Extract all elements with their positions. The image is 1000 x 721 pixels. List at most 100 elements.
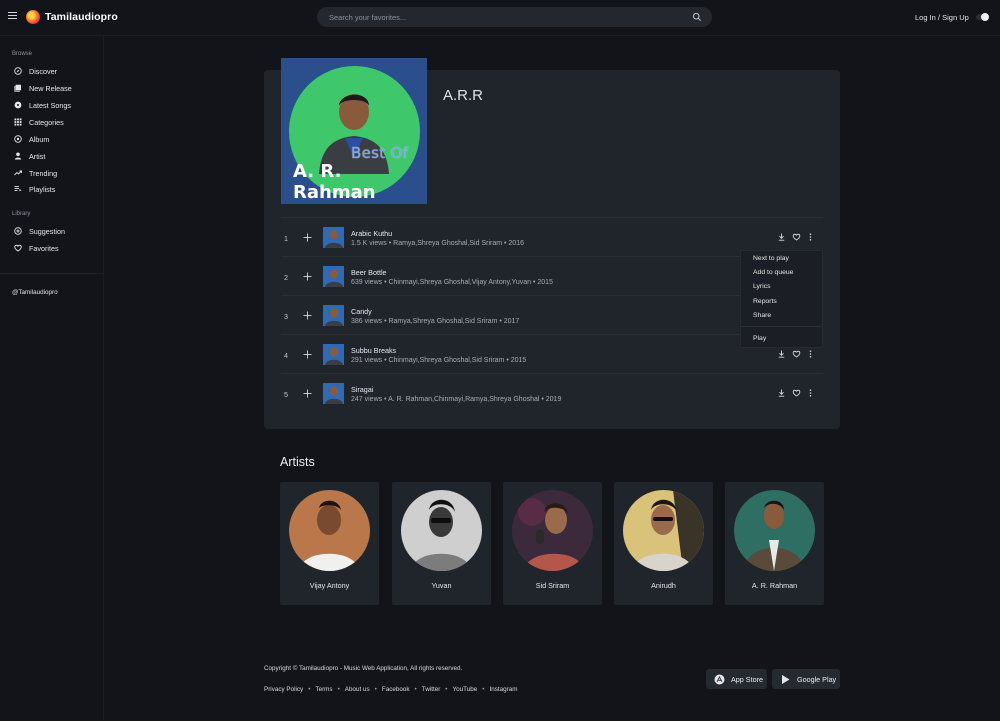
sidebar-item-label: Trending	[29, 168, 58, 178]
sidebar-item-playlists[interactable]: Playlists	[14, 183, 102, 195]
playlist-icon	[14, 186, 22, 192]
track-thumbnail[interactable]	[323, 305, 344, 326]
app-store-button[interactable]: App Store	[706, 669, 767, 689]
download-icon[interactable]	[778, 233, 785, 241]
track-title[interactable]: Subbu Breaks	[351, 346, 396, 355]
top-bar: Tamilaudiopro Log In / Sign Up	[0, 0, 1000, 36]
track-meta: 247 views • A. R. Rahman,Chinmayi,Ramya,…	[351, 396, 562, 403]
artist-avatar[interactable]	[623, 490, 704, 571]
brand-logo[interactable]	[26, 10, 40, 24]
cover-subtitle: Best Of	[351, 144, 409, 162]
menu-divider	[741, 326, 822, 327]
artist-card[interactable]: Yuvan	[392, 482, 491, 605]
separator-dot: •	[308, 686, 311, 693]
heart-icon[interactable]	[792, 350, 801, 358]
artist-card[interactable]: Sid Sriram	[503, 482, 602, 605]
track-title[interactable]: Beer Bottle	[351, 268, 387, 277]
track-title[interactable]: Arabic Kuthu	[351, 229, 392, 238]
google-play-icon	[782, 674, 790, 684]
footer-link-youtube[interactable]: YouTube	[453, 686, 478, 693]
heart-icon[interactable]	[792, 233, 801, 241]
google-play-label: Google Play	[797, 674, 837, 684]
more-options-icon[interactable]	[809, 389, 812, 397]
artist-avatar[interactable]	[401, 490, 482, 571]
track-number: 4	[284, 351, 288, 360]
library-label: Library	[12, 211, 31, 217]
artist-name[interactable]: A. R. Rahman	[725, 581, 824, 590]
sidebar-item-new-release[interactable]: New Release	[14, 82, 102, 94]
download-icon[interactable]	[778, 389, 785, 397]
heart-icon	[14, 244, 22, 252]
theme-toggle[interactable]	[976, 12, 989, 22]
add-icon[interactable]	[303, 311, 312, 320]
menu-item-share[interactable]: Share	[753, 312, 771, 319]
separator-dot: •	[414, 686, 417, 693]
track-thumbnail[interactable]	[323, 383, 344, 404]
download-icon[interactable]	[778, 350, 785, 358]
artist-name[interactable]: Anirudh	[614, 581, 713, 590]
heart-icon[interactable]	[792, 389, 801, 397]
google-play-button[interactable]: Google Play	[772, 669, 840, 689]
artist-name[interactable]: Sid Sriram	[503, 581, 602, 590]
search-bar	[317, 7, 712, 27]
sidebar-item-discover[interactable]: Discover	[14, 65, 102, 77]
menu-item-play[interactable]: Play	[753, 335, 766, 342]
album-icon	[14, 135, 22, 143]
sidebar-item-favorites[interactable]: Favorites	[14, 242, 102, 254]
sidebar-item-latest-songs[interactable]: Latest Songs	[14, 99, 102, 111]
artist-title: A.R.R	[443, 87, 484, 104]
artist-card[interactable]: A. R. Rahman	[725, 482, 824, 605]
more-options-icon[interactable]	[809, 350, 812, 358]
track-actions	[778, 233, 818, 243]
footer-link-terms[interactable]: Terms	[315, 686, 332, 693]
track-thumbnail[interactable]	[323, 344, 344, 365]
sidebar-item-artist[interactable]: Artist	[14, 150, 102, 162]
track-thumbnail[interactable]	[323, 227, 344, 248]
artist-name[interactable]: Vijay Antony	[280, 581, 379, 590]
artist-card[interactable]: Anirudh	[614, 482, 713, 605]
more-options-icon[interactable]	[809, 233, 812, 241]
menu-item-reports[interactable]: Reports	[753, 298, 777, 305]
sidebar-item-album[interactable]: Album	[14, 133, 102, 145]
search-icon[interactable]	[692, 12, 702, 22]
separator-dot: •	[482, 686, 485, 693]
track-title[interactable]: Siragai	[351, 385, 373, 394]
track-meta: 291 views • Chinmayi,Shreya Ghoshal,Sid …	[351, 357, 527, 364]
track-meta: 639 views • Chinmayi,Shreya Ghoshal,Vija…	[351, 279, 553, 286]
footer-link-twitter[interactable]: Twitter	[422, 686, 441, 693]
sidebar-item-trending[interactable]: Trending	[14, 167, 102, 179]
artist-avatar[interactable]	[734, 490, 815, 571]
artist-name[interactable]: Yuvan	[392, 581, 491, 590]
footer-links: Privacy Policy • Terms • About us • Faceboo…	[264, 686, 517, 693]
menu-item-add-to-queue[interactable]: Add to queue	[753, 269, 793, 276]
menu-icon[interactable]	[8, 12, 17, 21]
artist-avatar[interactable]	[289, 490, 370, 571]
menu-item-lyrics[interactable]: Lyrics	[753, 283, 771, 290]
brand-name[interactable]: Tamilaudiopro	[45, 11, 118, 23]
sidebar-item-suggestion[interactable]: Suggestion	[14, 225, 102, 237]
footer-link-facebook[interactable]: Facebook	[382, 686, 410, 693]
compass-icon	[14, 67, 22, 75]
add-icon[interactable]	[303, 272, 312, 281]
add-icon[interactable]	[303, 389, 312, 398]
track-title[interactable]: Candy	[351, 307, 372, 316]
album-cover[interactable]: Best Of A. R. Rahman	[281, 58, 427, 204]
footer-link-about-us[interactable]: About us	[345, 686, 370, 693]
search-input[interactable]	[329, 11, 679, 23]
add-icon[interactable]	[303, 350, 312, 359]
menu-item-next-to-play[interactable]: Next to play	[753, 255, 789, 262]
footer-link-privacy-policy[interactable]: Privacy Policy	[264, 686, 303, 693]
add-icon[interactable]	[303, 233, 312, 242]
social-handle[interactable]: @Tamilaudiopro	[12, 289, 58, 296]
login-signup-link[interactable]: Log In / Sign Up	[915, 13, 969, 22]
sidebar-item-label: Favorites	[29, 243, 59, 253]
artist-card[interactable]: Vijay Antony	[280, 482, 379, 605]
track-row[interactable]: 5 Siragai 247 views • A. R. Rahman,Chinm…	[281, 373, 823, 411]
footer-link-instagram[interactable]: Instagram	[489, 686, 517, 693]
track-context-menu: Next to play Add to queue Lyrics Reports…	[740, 250, 823, 348]
sidebar-item-categories[interactable]: Categories	[14, 116, 102, 128]
artist-avatar[interactable]	[512, 490, 593, 571]
track-thumbnail[interactable]	[323, 266, 344, 287]
sidebar-item-label: Album	[29, 134, 50, 144]
person-icon	[14, 152, 22, 160]
